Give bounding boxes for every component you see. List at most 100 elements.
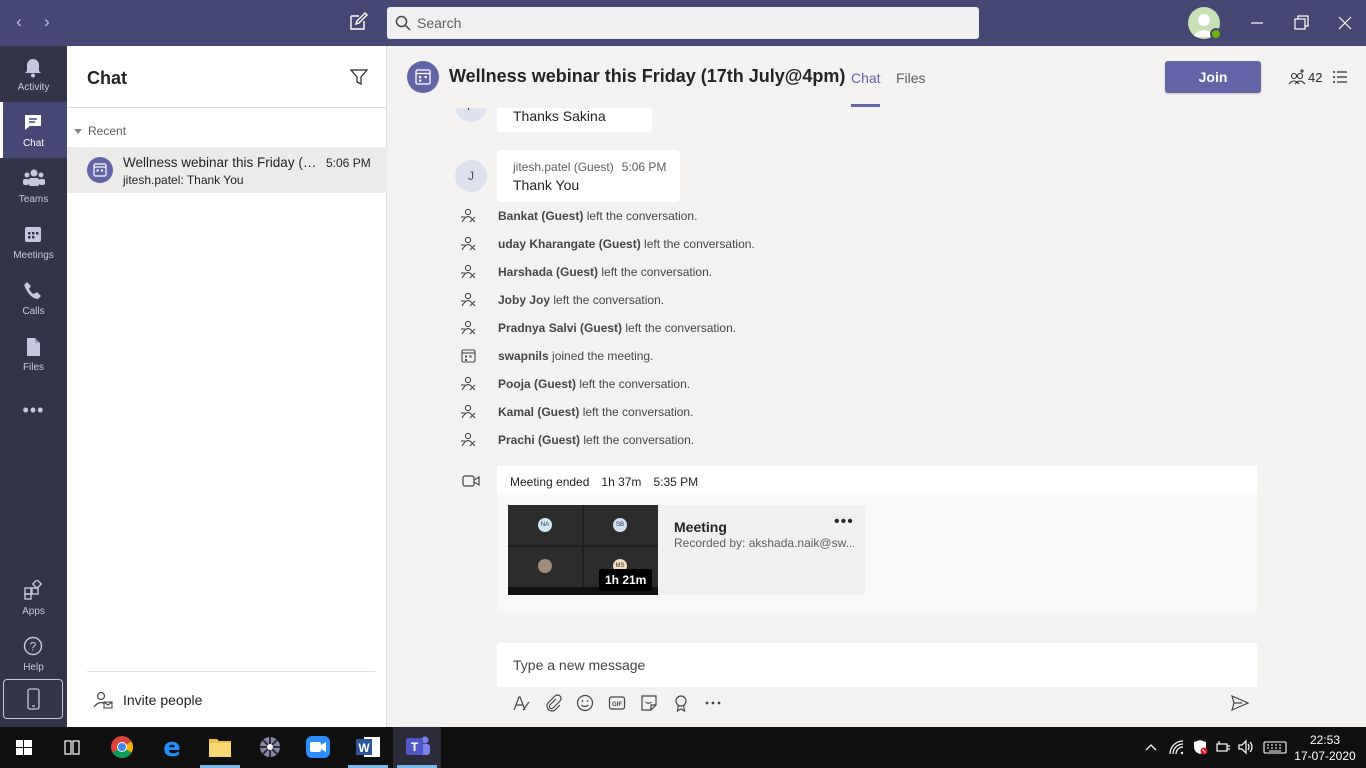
taskbar-app-pinwheel[interactable] (246, 727, 294, 768)
event-person[interactable]: swapnils (498, 349, 549, 363)
event-person[interactable]: Joby Joy (498, 293, 550, 307)
speaker-icon[interactable] (1238, 739, 1254, 755)
video-camera-icon (462, 475, 480, 487)
meeting-chat-avatar (87, 157, 113, 183)
back-arrow-icon[interactable]: ‹ (9, 12, 29, 32)
zoom-icon (306, 736, 330, 758)
taskbar-word[interactable]: W (344, 727, 392, 768)
event-action: left the conversation. (583, 209, 698, 223)
download-mobile-button[interactable] (3, 679, 63, 719)
svg-text:e: e (163, 733, 181, 763)
meeting-chat-avatar (407, 61, 439, 93)
conversation-title: Wellness webinar this Friday (17th July@… (449, 66, 846, 86)
recent-section-header[interactable]: Recent (74, 124, 126, 138)
event-person[interactable]: Bankat (Guest) (498, 209, 583, 223)
event-person[interactable]: uday Kharangate (Guest) (498, 237, 641, 251)
event-person[interactable]: Harshada (Guest) (498, 265, 598, 279)
presence-available-icon (1210, 28, 1222, 40)
search-input[interactable] (417, 7, 967, 39)
tab-files[interactable]: Files (896, 70, 926, 86)
message-input[interactable] (513, 643, 1233, 687)
event-person[interactable]: Kamal (Guest) (498, 405, 579, 419)
event-person[interactable]: Prachi (Guest) (498, 433, 580, 447)
rail-item-activity[interactable]: Activity (0, 46, 67, 102)
chat-list-panel: Chat Recent Wellness webinar this Friday… (67, 46, 387, 727)
restore-button[interactable] (1290, 12, 1312, 34)
tab-chat[interactable]: Chat (851, 70, 881, 86)
task-view-button[interactable] (48, 727, 96, 768)
message-composer[interactable] (497, 643, 1257, 687)
task-view-icon (64, 740, 80, 755)
search-icon (395, 15, 411, 31)
recent-label: Recent (88, 124, 127, 138)
left-conversation-icon (461, 320, 476, 335)
wifi-icon[interactable] (1168, 739, 1184, 755)
rail-item-help[interactable]: ? Help (0, 626, 67, 682)
meeting-ended-time: 5:35 PM (653, 475, 699, 489)
keyboard-icon[interactable] (1263, 739, 1287, 755)
chrome-icon (111, 736, 133, 758)
list-icon[interactable] (1332, 69, 1348, 85)
more-apps-button[interactable]: ••• (0, 400, 67, 420)
conversation-list-item[interactable]: Wellness webinar this Friday (17th July@… (67, 147, 387, 193)
rail-item-meetings[interactable]: Meetings (0, 214, 67, 270)
system-event-text: Joby Joy left the conversation. (498, 293, 664, 307)
start-button[interactable] (0, 727, 48, 768)
rail-item-calls[interactable]: Calls (0, 270, 67, 326)
join-meeting-button[interactable]: Join (1165, 61, 1261, 93)
svg-text:T: T (411, 740, 419, 754)
search-box[interactable] (387, 7, 979, 39)
rail-label: Meetings (13, 250, 54, 261)
recording-author: Recorded by: akshada.naik@sw... (674, 536, 854, 550)
system-clock[interactable]: 22:53 17-07-2020 (1292, 732, 1358, 764)
rail-item-chat[interactable]: Chat (0, 102, 67, 158)
left-conversation-icon (461, 432, 476, 447)
filter-icon[interactable] (350, 68, 368, 86)
emoji-icon[interactable] (576, 694, 594, 712)
system-event-text: Kamal (Guest) left the conversation. (498, 405, 693, 419)
system-event-text: Pradnya Salvi (Guest) left the conversat… (498, 321, 736, 335)
taskbar-teams[interactable]: T (393, 727, 441, 768)
left-conversation-icon (461, 292, 476, 307)
close-button[interactable] (1334, 12, 1356, 34)
forward-arrow-icon[interactable]: › (37, 12, 57, 32)
system-event-text: uday Kharangate (Guest) left the convers… (498, 237, 755, 251)
chevron-up-icon[interactable] (1143, 739, 1159, 755)
system-event: Harshada (Guest) left the conversation. (460, 262, 1160, 284)
clock-time: 22:53 (1309, 733, 1341, 747)
svg-text:GIF: GIF (612, 702, 622, 708)
rail-item-teams[interactable]: Teams (0, 158, 67, 214)
participants-button[interactable]: 42 (1288, 68, 1328, 86)
minimize-button[interactable] (1246, 12, 1268, 34)
sticker-icon[interactable] (640, 694, 658, 712)
message-avatar[interactable]: J (455, 160, 487, 192)
meeting-recording-card[interactable]: NA SB MS 1h 21m Meeting Recorded by: aks… (508, 505, 865, 595)
more-options-icon[interactable] (704, 694, 722, 712)
word-icon: W (356, 737, 380, 757)
recording-thumbnail[interactable]: NA SB MS 1h 21m (508, 505, 658, 595)
more-options-icon[interactable]: ••• (834, 513, 854, 531)
invite-people-button[interactable]: Invite people (87, 685, 377, 715)
format-icon[interactable] (512, 694, 530, 712)
send-icon[interactable] (1231, 694, 1249, 712)
taskbar-chrome[interactable] (98, 727, 146, 768)
app-rail: Activity Chat Teams Meetings Calls Files… (0, 46, 67, 727)
event-person[interactable]: Pooja (Guest) (498, 377, 576, 391)
power-plug-icon[interactable] (1215, 739, 1231, 755)
meeting-ended-card: Meeting ended 1h 37m 5:35 PM NA SB MS 1h 2… (497, 466, 1257, 613)
recording-title: Meeting (674, 519, 727, 535)
system-event-text: Bankat (Guest) left the conversation. (498, 209, 697, 223)
attach-icon[interactable] (544, 694, 562, 712)
event-person[interactable]: Pradnya Salvi (Guest) (498, 321, 622, 335)
taskbar-file-explorer[interactable] (196, 727, 244, 768)
rail-item-apps[interactable]: Apps (0, 570, 67, 626)
taskbar-edge[interactable]: e (148, 727, 196, 768)
praise-icon[interactable] (672, 694, 690, 712)
gif-icon[interactable]: GIF (608, 694, 626, 712)
taskbar-zoom[interactable] (294, 727, 342, 768)
conversation-header: Wellness webinar this Friday (17th July@… (388, 46, 1366, 108)
security-shield-icon[interactable] (1192, 739, 1208, 755)
new-chat-button[interactable] (348, 12, 370, 34)
rail-item-files[interactable]: Files (0, 326, 67, 382)
system-event: Prachi (Guest) left the conversation. (460, 430, 1160, 452)
